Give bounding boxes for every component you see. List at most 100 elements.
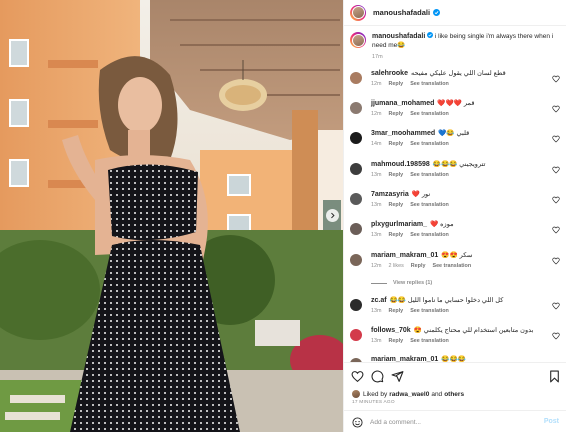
reply-button[interactable]: Reply — [389, 172, 404, 178]
see-translation-button[interactable]: See translation — [410, 81, 449, 87]
comments-list[interactable]: manoushafadali i like being single i'm a… — [344, 26, 566, 362]
see-translation-button[interactable]: See translation — [410, 232, 449, 238]
bookmark-icon[interactable] — [548, 370, 561, 383]
comment-row: 3mar_moohammed 💙😂 قلبي 14m Reply See transl… — [350, 130, 562, 147]
comment-input[interactable] — [370, 418, 530, 426]
replies-divider — [371, 282, 387, 284]
commenter-avatar[interactable] — [350, 132, 362, 144]
caption-time: 17m — [372, 54, 383, 60]
comment-time: 13m — [371, 171, 382, 178]
comment-text: 😍 بدون متابعين استخدام للي محتاج يكلمني — [413, 327, 534, 334]
comment-like-icon[interactable] — [552, 166, 560, 174]
author-avatar[interactable] — [350, 4, 366, 21]
commenter-avatar[interactable] — [350, 223, 362, 235]
commenter-avatar[interactable] — [350, 102, 362, 114]
comment-username[interactable]: plxygurlmariam_ — [371, 221, 427, 228]
commenter-avatar[interactable] — [350, 299, 362, 311]
comment-row: zc.af 😂😂 كل اللي دخلوا حسابي ما ناموا الل… — [350, 297, 562, 314]
commenter-avatar[interactable] — [350, 329, 362, 341]
see-translation-button[interactable]: See translation — [410, 202, 449, 208]
see-translation-button[interactable]: See translation — [432, 263, 471, 269]
comment-username[interactable]: 7amzasyria — [371, 191, 409, 198]
caption: manoushafadali i like being single i'm a… — [350, 32, 562, 62]
reply-button[interactable]: Reply — [389, 202, 404, 208]
comment-text: ❤️ موزه — [430, 221, 454, 228]
comment-icon[interactable] — [371, 370, 384, 383]
comment-username[interactable]: mariam_makram_01 — [371, 252, 438, 259]
view-replies-button[interactable]: View replies (1) — [371, 280, 432, 286]
comment-row: salehrooke قطع لسان اللي يقول عليكي مفيحه… — [350, 70, 562, 87]
see-translation-button[interactable]: See translation — [410, 308, 449, 314]
caption-avatar[interactable] — [350, 32, 366, 48]
comment-like-icon[interactable] — [552, 257, 560, 265]
comment-time: 12m — [371, 262, 382, 269]
commenter-avatar[interactable] — [350, 72, 362, 84]
photo-illustration — [0, 0, 343, 432]
comment-row: plxygurlmariam_ ❤️ موزه 13m Reply See trans… — [350, 221, 562, 238]
commenter-avatar[interactable] — [350, 193, 362, 205]
liked-by: Liked by radwa_wael0 and others — [352, 390, 466, 398]
commenter-avatar[interactable] — [350, 254, 362, 266]
comment-time: 12m — [371, 80, 382, 87]
comment-username[interactable]: salehrooke — [371, 70, 408, 77]
comment-text: 💙😂 قلبي — [438, 130, 470, 137]
see-translation-button[interactable]: See translation — [410, 111, 449, 117]
reply-button[interactable]: Reply — [389, 308, 404, 314]
comment-username[interactable]: jjumana_mohamed — [371, 100, 434, 107]
comment-like-icon[interactable] — [552, 226, 560, 234]
post-comment-button[interactable]: Post — [544, 418, 559, 425]
comment-like-icon[interactable] — [552, 332, 560, 340]
view-replies-label: View replies (1) — [393, 280, 433, 286]
reply-button[interactable]: Reply — [411, 263, 426, 269]
comment-time: 12m — [371, 110, 382, 117]
comment-time: 14m — [371, 140, 382, 147]
comment-text: 😂😂 كل اللي دخلوا حسابي ما ناموا الليل — [389, 297, 504, 304]
liked-by-others[interactable]: others — [444, 391, 464, 398]
emoji-icon[interactable] — [352, 416, 363, 428]
comment-like-icon[interactable] — [552, 135, 560, 143]
reply-button[interactable]: Reply — [389, 232, 404, 238]
author-username[interactable]: manoushafadali — [373, 8, 430, 17]
verified-badge-icon — [433, 9, 441, 16]
reply-button[interactable]: Reply — [389, 338, 404, 344]
heart-icon[interactable] — [351, 370, 364, 383]
comment-time: 13m — [371, 201, 382, 208]
comment-like-icon[interactable] — [552, 196, 560, 204]
liked-by-prefix: Liked by — [363, 390, 388, 398]
see-translation-button[interactable]: See translation — [410, 172, 449, 178]
comment-username[interactable]: mahmoud.198598 — [371, 161, 430, 168]
comment-username[interactable]: zc.af — [371, 297, 387, 304]
comment-username[interactable]: 3mar_moohammed — [371, 130, 435, 137]
caption-username[interactable]: manoushafadali — [372, 33, 425, 40]
comment-username[interactable]: follows_70k — [371, 327, 411, 334]
comment-likes: 2 likes — [388, 262, 404, 269]
commenter-avatar[interactable] — [350, 163, 362, 175]
add-comment-bar: Post — [344, 410, 566, 432]
reply-button[interactable]: Reply — [389, 141, 404, 147]
liker-avatar[interactable] — [352, 390, 360, 398]
post-photo[interactable] — [0, 0, 343, 432]
post-header: manoushafadali — [344, 0, 566, 26]
post-actions: Liked by radwa_wael0 and others 17 MINUT… — [344, 362, 566, 432]
comment-row: mahmoud.198598 😂😂😂 تترويجيني 13m Reply See … — [350, 161, 562, 178]
comment-like-icon[interactable] — [552, 75, 560, 83]
see-translation-button[interactable]: See translation — [410, 338, 449, 344]
see-translation-button[interactable]: See translation — [410, 141, 449, 147]
comment-row: follows_70k 😍 بدون متابعين استخدام للي مح… — [350, 327, 562, 344]
post-date: 17 MINUTES AGO — [352, 400, 395, 405]
comment-text: قطع لسان اللي يقول عليكي مفيحه — [410, 70, 506, 77]
comment-like-icon[interactable] — [552, 302, 560, 310]
comment-like-icon[interactable] — [552, 105, 560, 113]
liked-by-user[interactable]: radwa_wael0 — [389, 391, 429, 398]
next-photo-button[interactable] — [326, 209, 339, 222]
reply-button[interactable]: Reply — [389, 111, 404, 117]
chevron-right-icon — [331, 212, 335, 219]
comment-text: 😂😂😂 تترويجيني — [432, 161, 486, 168]
comment-time: 13m — [371, 231, 382, 238]
comment-time: 13m — [371, 307, 382, 314]
share-icon[interactable] — [391, 370, 404, 383]
reply-button[interactable]: Reply — [389, 81, 404, 87]
comment-time: 13m — [371, 337, 382, 344]
verified-badge-icon — [427, 32, 434, 38]
liked-by-and: and — [431, 390, 443, 398]
